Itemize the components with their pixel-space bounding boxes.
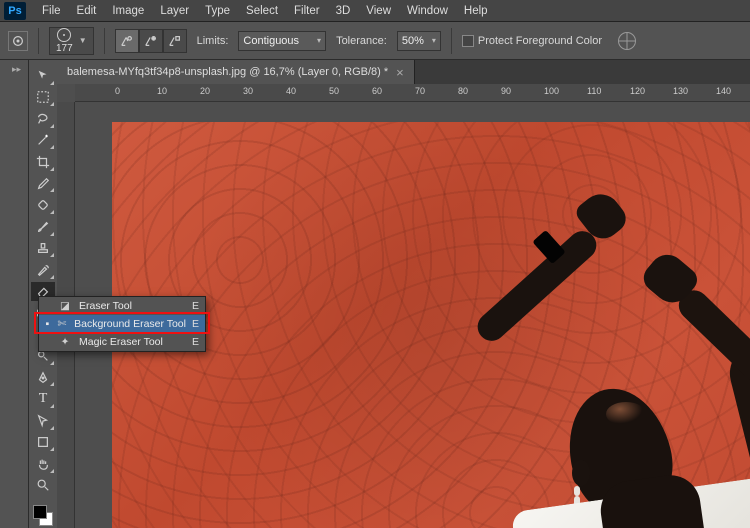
protect-foreground-label: Protect Foreground Color: [478, 35, 602, 47]
ruler-tick: 90: [501, 86, 511, 96]
menu-edit[interactable]: Edit: [69, 5, 105, 17]
ruler-tick: 100: [544, 86, 559, 96]
app-logo: Ps: [4, 2, 26, 20]
brush-tool[interactable]: [31, 217, 55, 237]
stamp-tool[interactable]: [31, 239, 55, 259]
type-tool[interactable]: T: [31, 389, 55, 409]
menu-filter[interactable]: Filter: [286, 5, 328, 17]
ruler-tick: 10: [157, 86, 167, 96]
pen-tool[interactable]: [31, 368, 55, 388]
separator: [38, 28, 39, 54]
pressure-size-icon[interactable]: [618, 32, 636, 50]
menu-bar: Ps File Edit Image Layer Type Select Fil…: [0, 0, 750, 22]
menu-window[interactable]: Window: [399, 5, 456, 17]
lasso-tool[interactable]: [31, 109, 55, 129]
background-eraser-icon: ✄: [56, 318, 68, 330]
tolerance-label: Tolerance:: [336, 35, 387, 47]
sampling-continuous[interactable]: [115, 29, 139, 53]
magic-eraser-icon: ✦: [57, 336, 73, 348]
ruler-tick: 40: [286, 86, 296, 96]
ruler-tick: 120: [630, 86, 645, 96]
menu-view[interactable]: View: [358, 5, 399, 17]
color-swatches[interactable]: [31, 503, 55, 528]
path-select-tool[interactable]: [31, 411, 55, 431]
flyout-item-eraser[interactable]: ◪ Eraser Tool E: [39, 297, 205, 315]
chevron-down-icon: ▾: [432, 36, 436, 45]
foreground-color[interactable]: [33, 505, 47, 519]
zoom-tool[interactable]: [31, 476, 55, 496]
brush-circle-icon: [57, 28, 71, 42]
limits-dropdown[interactable]: Contiguous ▾: [238, 31, 326, 51]
ruler-horizontal[interactable]: 0 10 20 30 40 50 60 70 80 90 100 110 120…: [75, 84, 750, 102]
tolerance-input[interactable]: 50% ▾: [397, 31, 441, 51]
selected-indicator: ▪: [45, 318, 50, 330]
document-tab-title: balemesa-MYfq3tf34p8-unsplash.jpg @ 16,7…: [67, 66, 388, 78]
separator: [451, 28, 452, 54]
menu-select[interactable]: Select: [238, 5, 286, 17]
ruler-tick: 60: [372, 86, 382, 96]
limits-value: Contiguous: [243, 35, 299, 47]
limits-label: Limits:: [197, 35, 229, 47]
flyout-item-magic-eraser[interactable]: ✦ Magic Eraser Tool E: [39, 333, 205, 351]
separator: [104, 28, 105, 54]
options-bar: 177 ▼ Limits: Contiguous ▾ Tolerance: 50…: [0, 22, 750, 60]
document-area: balemesa-MYfq3tf34p8-unsplash.jpg @ 16,7…: [57, 60, 750, 528]
menu-type[interactable]: Type: [197, 5, 238, 17]
toolbox: T: [29, 60, 57, 528]
expand-arrows-icon: ▸▸: [12, 64, 21, 75]
healing-tool[interactable]: [31, 195, 55, 215]
hand-tool[interactable]: [31, 454, 55, 474]
sampling-mode-group: [115, 29, 187, 53]
protect-foreground-checkbox[interactable]: Protect Foreground Color: [462, 35, 602, 47]
flyout-item-background-eraser[interactable]: ▪ ✄ Background Eraser Tool E: [39, 315, 205, 333]
history-brush-tool[interactable]: [31, 260, 55, 280]
sampling-once[interactable]: [139, 29, 163, 53]
checkbox-icon: [462, 35, 474, 47]
collapsed-panel-strip[interactable]: ▸▸: [5, 60, 29, 528]
menu-file[interactable]: File: [34, 5, 69, 17]
move-tool[interactable]: [31, 66, 55, 86]
ruler-tick: 130: [673, 86, 688, 96]
magic-wand-tool[interactable]: [31, 131, 55, 151]
close-icon[interactable]: ×: [396, 65, 404, 80]
menu-3d[interactable]: 3D: [328, 5, 359, 17]
brush-preset-picker[interactable]: 177 ▼: [49, 27, 94, 55]
document-tab[interactable]: balemesa-MYfq3tf34p8-unsplash.jpg @ 16,7…: [57, 60, 415, 84]
shape-tool[interactable]: [31, 433, 55, 453]
ruler-tick: 80: [458, 86, 468, 96]
eyedropper-tool[interactable]: [31, 174, 55, 194]
chevron-down-icon: ▼: [79, 36, 87, 45]
eraser-icon: ◪: [57, 300, 73, 312]
sampling-swatch[interactable]: [163, 29, 187, 53]
ruler-tick: 30: [243, 86, 253, 96]
ruler-tick: 0: [115, 86, 120, 96]
ruler-tick: 140: [716, 86, 731, 96]
marquee-tool[interactable]: [31, 88, 55, 108]
ruler-tick: 110: [587, 86, 601, 96]
canvas-image-content: [112, 122, 750, 528]
menu-image[interactable]: Image: [104, 5, 152, 17]
canvas[interactable]: [112, 122, 750, 528]
tolerance-value: 50%: [402, 35, 424, 47]
brush-size-value: 177: [56, 43, 73, 54]
ruler-tick: 50: [329, 86, 339, 96]
workspace: ▸▸ T balemesa-MYfq3tf34p8-unsplash.jp: [5, 60, 750, 528]
crop-tool[interactable]: [31, 152, 55, 172]
ruler-tick: 20: [200, 86, 210, 96]
eraser-tool-flyout: ◪ Eraser Tool E ▪ ✄ Background Eraser To…: [38, 296, 206, 352]
ruler-tick: 70: [415, 86, 425, 96]
document-tab-bar: balemesa-MYfq3tf34p8-unsplash.jpg @ 16,7…: [57, 60, 750, 84]
current-tool-preset[interactable]: [8, 31, 28, 51]
menu-help[interactable]: Help: [456, 5, 496, 17]
menu-layer[interactable]: Layer: [152, 5, 197, 17]
chevron-down-icon: ▾: [317, 36, 321, 45]
